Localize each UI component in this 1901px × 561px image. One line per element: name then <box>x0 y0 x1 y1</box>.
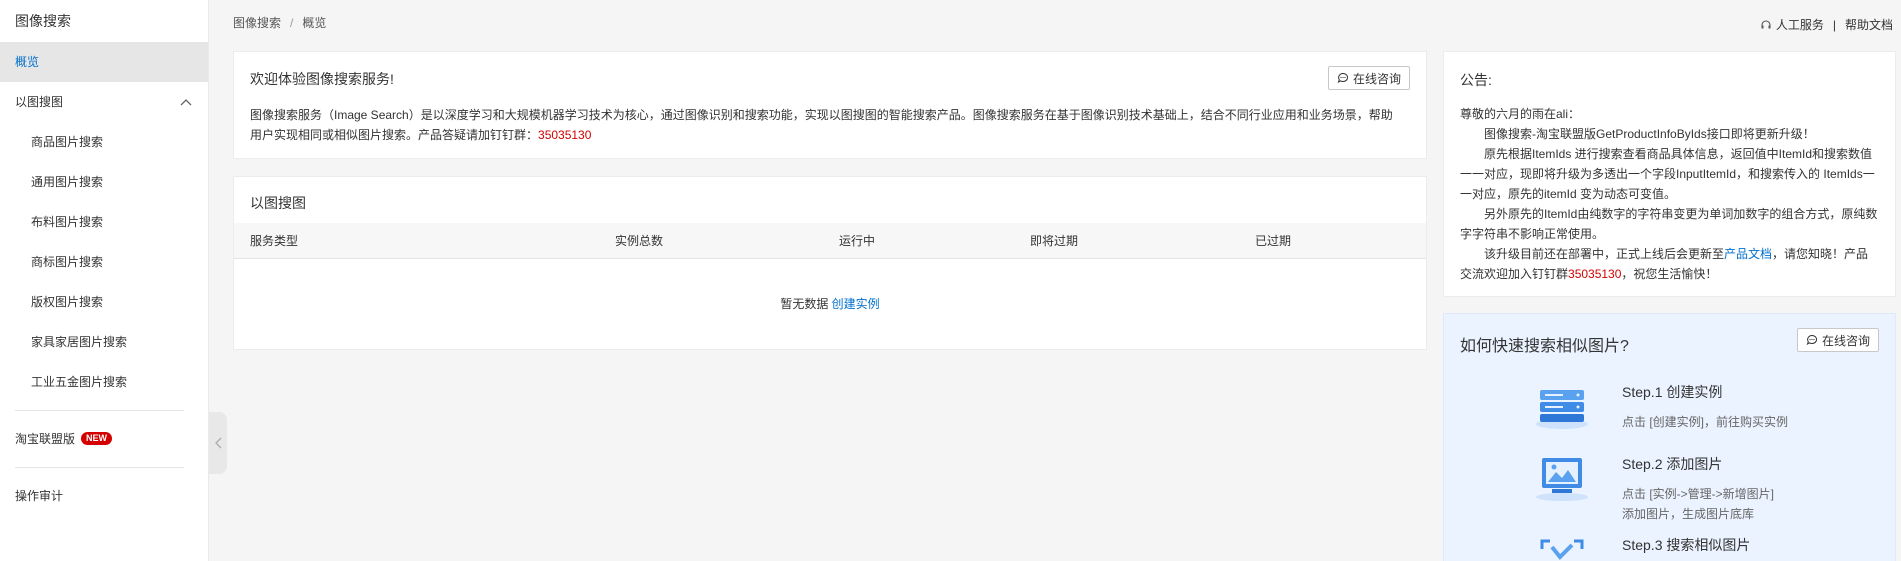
notice-paragraph: 原先根据ItemIds 进行搜索查看商品具体信息，返回值中ItemId和搜索数值… <box>1460 147 1875 201</box>
sidebar-item-general-search[interactable]: 通用图片搜索 <box>0 162 208 202</box>
table-title: 以图搜图 <box>250 195 306 211</box>
consult-button-label: 在线咨询 <box>1352 71 1401 86</box>
breadcrumb-separator: / <box>290 16 294 30</box>
server-stack-icon <box>1536 390 1588 429</box>
column-running: 运行中 <box>839 234 876 248</box>
guide-step-text: Step.2 添加图片 点击 [实例->管理->新增图片] 添加图片，生成图片底… <box>1622 454 1774 524</box>
table-header: 服务类型 实例总数 运行中 即将过期 已过期 <box>234 223 1426 259</box>
column-expiring: 即将过期 <box>1030 234 1079 248</box>
consult-button[interactable]: 在线咨询 <box>1327 66 1410 90</box>
headset-icon <box>1761 19 1771 28</box>
quick-guide-card: 如何快速搜索相似图片? 在线咨询 Step.1 创建实例 点击 [创建实例]，前… <box>1443 313 1896 561</box>
instance-table-card: 以图搜图 服务类型 实例总数 运行中 即将过期 已过期 暂无数据 创建实例 <box>233 176 1427 350</box>
column-service-type: 服务类型 <box>250 234 299 248</box>
chat-bubble-icon <box>1337 72 1349 84</box>
new-badge: NEW <box>81 432 113 445</box>
sidebar-divider <box>15 467 184 468</box>
service-link[interactable]: 人工服务 <box>1776 16 1824 33</box>
sidebar-divider <box>15 410 184 411</box>
chevron-left-icon <box>214 437 221 449</box>
dingtalk-group-number: 35035130 <box>538 128 592 142</box>
table-empty-state: 暂无数据 创建实例 <box>234 295 1426 312</box>
notice-paragraph: 图像搜索-淘宝联盟版GetProductInfoByIds接口即将更新升级！ <box>1484 127 1815 141</box>
chat-bubble-icon <box>1806 334 1818 346</box>
step-description: 点击 [创建实例]，前往购买实例 <box>1622 415 1789 429</box>
sidebar-item-overview[interactable]: 概览 <box>0 42 208 82</box>
guide-step-text: Step.1 创建实例 点击 [创建实例]，前往购买实例 <box>1622 382 1788 432</box>
notice-card: 公告: 尊敬的六月的雨在ali： 图像搜索-淘宝联盟版GetProductInf… <box>1443 51 1896 297</box>
notice-text: ，祝您生活愉快！ <box>1621 267 1718 281</box>
sidebar-item-hardware-search[interactable]: 工业五金图片搜索 <box>0 362 208 402</box>
sidebar-item-furniture-search[interactable]: 家具家居图片搜索 <box>0 322 208 362</box>
welcome-card: 欢迎体验图像搜索服务! 在线咨询 图像搜索服务（Image Search）是以深… <box>233 51 1427 159</box>
guide-step-1: Step.1 创建实例 点击 [创建实例]，前往购买实例 <box>1532 382 1788 432</box>
notice-paragraph: 另外原先的ItemId由纯数字的字符串变更为单词加数字的组合方式，原纯数字字符串… <box>1460 207 1878 241</box>
guide-step-2: Step.2 添加图片 点击 [实例->管理->新增图片] 添加图片，生成图片底… <box>1532 454 1774 524</box>
notice-greeting: 尊敬的六月的雨在ali： <box>1460 107 1581 121</box>
link-separator: | <box>1832 17 1836 32</box>
notice-body: 尊敬的六月的雨在ali： 图像搜索-淘宝联盟版GetProductInfoByI… <box>1460 104 1879 284</box>
sidebar-title: 图像搜索 <box>15 13 71 29</box>
top-links: 人工服务 | 帮助文档 <box>1760 16 1893 33</box>
guide-consult-button[interactable]: 在线咨询 <box>1796 328 1879 352</box>
step-title: Step.1 创建实例 <box>1622 384 1723 400</box>
monitor-image-icon <box>1536 458 1588 501</box>
breadcrumb-root[interactable]: 图像搜索 <box>233 16 281 30</box>
step-description: 点击 [实例->管理->新增图片] <box>1622 487 1775 501</box>
column-total: 实例总数 <box>615 234 664 248</box>
notice-title: 公告: <box>1460 72 1492 88</box>
sidebar-item-taobao[interactable]: 淘宝联盟版 NEW <box>0 419 208 459</box>
chevron-up-icon <box>180 99 192 106</box>
scan-image-icon <box>1540 539 1584 560</box>
sidebar-group-label: 以图搜图 <box>15 95 64 109</box>
sidebar-item-product-search[interactable]: 商品图片搜索 <box>0 122 208 162</box>
column-expired: 已过期 <box>1255 234 1292 248</box>
sidebar: 图像搜索 概览 以图搜图 商品图片搜索 通用图片搜索 布料图片搜索 商标图片搜索… <box>0 0 209 561</box>
breadcrumb: 图像搜索 / 概览 <box>233 14 326 31</box>
docs-link[interactable]: 帮助文档 <box>1845 16 1893 33</box>
welcome-description: 图像搜索服务（Image Search）是以深度学习和大规模机器学习技术为核心，… <box>250 105 1410 145</box>
top-bar: 图像搜索 / 概览 人工服务 | 帮助文档 <box>210 0 1901 44</box>
sidebar-item-logo-search[interactable]: 商标图片搜索 <box>0 242 208 282</box>
product-docs-link[interactable]: 产品文档 <box>1724 247 1772 261</box>
notice-paragraph: 该升级目前还在部署中，正式上线后会更新至产品文档，请您知晓！产品交流欢迎加入钉钉… <box>1460 244 1879 284</box>
guide-step-text: Step.3 搜索相似图片 <box>1622 535 1750 561</box>
step-description-2: 添加图片，生成图片底库 <box>1622 507 1755 521</box>
empty-text: 暂无数据 <box>780 297 829 311</box>
breadcrumb-current: 概览 <box>302 16 327 30</box>
create-instance-link[interactable]: 创建实例 <box>832 297 880 311</box>
guide-consult-label: 在线咨询 <box>1821 333 1870 348</box>
sidebar-item-copyright-search[interactable]: 版权图片搜索 <box>0 282 208 322</box>
notice-group-number: 35035130 <box>1568 267 1622 281</box>
step-title: Step.3 搜索相似图片 <box>1622 537 1751 553</box>
notice-text: 该升级目前还在部署中，正式上线后会更新至 <box>1484 247 1725 261</box>
sidebar-group-image-search[interactable]: 以图搜图 <box>0 82 208 122</box>
sidebar-item-audit[interactable]: 操作审计 <box>0 476 208 516</box>
guide-step-3: Step.3 搜索相似图片 <box>1532 535 1750 561</box>
sidebar-item-fabric-search[interactable]: 布料图片搜索 <box>0 202 208 242</box>
sidebar-collapse-toggle[interactable] <box>209 412 227 474</box>
step-title: Step.2 添加图片 <box>1622 456 1723 472</box>
sidebar-item-taobao-label: 淘宝联盟版 <box>15 432 76 446</box>
welcome-text: 图像搜索服务（Image Search）是以深度学习和大规模机器学习技术为核心，… <box>250 108 1393 142</box>
welcome-title: 欢迎体验图像搜索服务! <box>250 71 394 87</box>
